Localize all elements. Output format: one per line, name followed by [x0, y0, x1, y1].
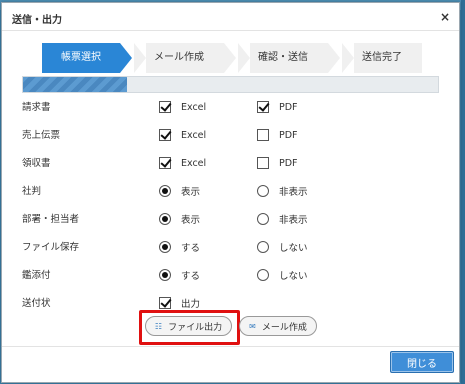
option-label: PDF	[279, 157, 298, 169]
step-2: メール作成	[134, 43, 224, 73]
row-label: 部署・担当者	[22, 214, 80, 225]
dept-show-radio[interactable]	[159, 213, 171, 225]
dialog-title: 送信・出力	[12, 15, 62, 26]
footer-divider	[2, 346, 459, 347]
dept-hide-radio[interactable]	[257, 213, 269, 225]
option-label: Excel	[181, 157, 207, 169]
step-4-label: 送信完了	[362, 52, 402, 63]
progress-fill	[23, 77, 127, 92]
step-1-label: 帳票選択	[61, 52, 101, 63]
sales-pdf-option[interactable]: PDF	[257, 125, 298, 145]
invoice-pdf-option[interactable]: PDF	[257, 97, 298, 117]
file-output-label: ファイル出力	[168, 322, 223, 333]
letter-output-checkbox[interactable]	[159, 297, 171, 309]
wizard-steps: 帳票選択 メール作成 確認・送信 送信完了	[42, 43, 442, 73]
receipt-excel-option[interactable]: Excel	[159, 153, 206, 173]
cover-yes-radio[interactable]	[159, 269, 171, 281]
invoice-excel-checkbox[interactable]	[159, 101, 171, 113]
dept-show-option[interactable]: 表示	[159, 209, 200, 229]
option-label: しない	[279, 243, 308, 254]
row-company-seal: 社判 表示 非表示	[2, 181, 459, 201]
invoice-pdf-checkbox[interactable]	[257, 101, 269, 113]
option-label: しない	[279, 271, 308, 282]
row-department: 部署・担当者 表示 非表示	[2, 209, 459, 229]
mail-create-button[interactable]: ✉ メール作成	[239, 316, 317, 336]
progress-bar	[22, 76, 439, 93]
step-3-notch	[238, 43, 250, 73]
row-label: 社判	[22, 186, 42, 197]
option-label: 非表示	[279, 187, 308, 198]
row-label: 鑑添付	[22, 270, 51, 281]
option-label: 非表示	[279, 215, 308, 226]
invoice-excel-option[interactable]: Excel	[159, 97, 206, 117]
step-4-notch	[342, 43, 354, 73]
row-cover-attach: 鑑添付 する しない	[2, 265, 459, 285]
sales-pdf-checkbox[interactable]	[257, 129, 269, 141]
step-2-notch	[134, 43, 146, 73]
row-label: 領収書	[22, 158, 51, 169]
seal-hide-radio[interactable]	[257, 185, 269, 197]
option-label: PDF	[279, 101, 298, 113]
dialog-header: 送信・出力 ×	[2, 3, 459, 31]
seal-hide-option[interactable]: 非表示	[257, 181, 308, 201]
send-output-dialog: 送信・出力 × 帳票選択 メール作成 確認・送信 送信完了 請求書 Excel	[1, 2, 460, 383]
step-2-label: メール作成	[154, 52, 204, 63]
seal-show-option[interactable]: 表示	[159, 181, 200, 201]
dept-hide-option[interactable]: 非表示	[257, 209, 308, 229]
receipt-excel-checkbox[interactable]	[159, 157, 171, 169]
option-label: PDF	[279, 129, 298, 141]
receipt-pdf-checkbox[interactable]	[257, 157, 269, 169]
save-yes-radio[interactable]	[159, 241, 171, 253]
save-no-radio[interactable]	[257, 241, 269, 253]
option-label: 表示	[181, 215, 201, 226]
step-4: 送信完了	[342, 43, 422, 73]
background-edge	[461, 0, 465, 384]
row-invoice: 請求書 Excel PDF	[2, 97, 459, 117]
option-label: する	[181, 271, 201, 282]
file-output-button[interactable]: ☷ ファイル出力	[145, 316, 232, 336]
save-no-option[interactable]: しない	[257, 237, 308, 257]
step-1-arrow	[120, 43, 132, 73]
step-3-label: 確認・送信	[258, 52, 308, 63]
mail-create-label: メール作成	[261, 322, 307, 333]
receipt-pdf-option[interactable]: PDF	[257, 153, 298, 173]
cover-yes-option[interactable]: する	[159, 265, 200, 285]
row-file-save: ファイル保存 する しない	[2, 237, 459, 257]
option-label: 出力	[181, 299, 201, 310]
envelope-icon: ✉	[249, 321, 256, 331]
option-label: Excel	[181, 101, 207, 113]
row-label: 請求書	[22, 102, 51, 113]
option-label: する	[181, 243, 201, 254]
step-3: 確認・送信	[238, 43, 328, 73]
row-receipt: 領収書 Excel PDF	[2, 153, 459, 173]
cover-no-radio[interactable]	[257, 269, 269, 281]
option-label: 表示	[181, 187, 201, 198]
sales-excel-option[interactable]: Excel	[159, 125, 206, 145]
step-3-arrow	[328, 43, 340, 73]
close-icon[interactable]: ×	[440, 10, 450, 24]
seal-show-radio[interactable]	[159, 185, 171, 197]
option-label: Excel	[181, 129, 207, 141]
cover-no-option[interactable]: しない	[257, 265, 308, 285]
row-sales-slip: 売上伝票 Excel PDF	[2, 125, 459, 145]
step-1: 帳票選択	[42, 43, 120, 73]
printer-icon: ☷	[154, 321, 163, 331]
sales-excel-checkbox[interactable]	[159, 129, 171, 141]
row-label: 売上伝票	[22, 130, 61, 141]
step-2-arrow	[224, 43, 236, 73]
row-label: 送付状	[22, 298, 51, 309]
close-button[interactable]: 閉じる	[390, 351, 454, 373]
row-label: ファイル保存	[22, 242, 80, 253]
save-yes-option[interactable]: する	[159, 237, 200, 257]
